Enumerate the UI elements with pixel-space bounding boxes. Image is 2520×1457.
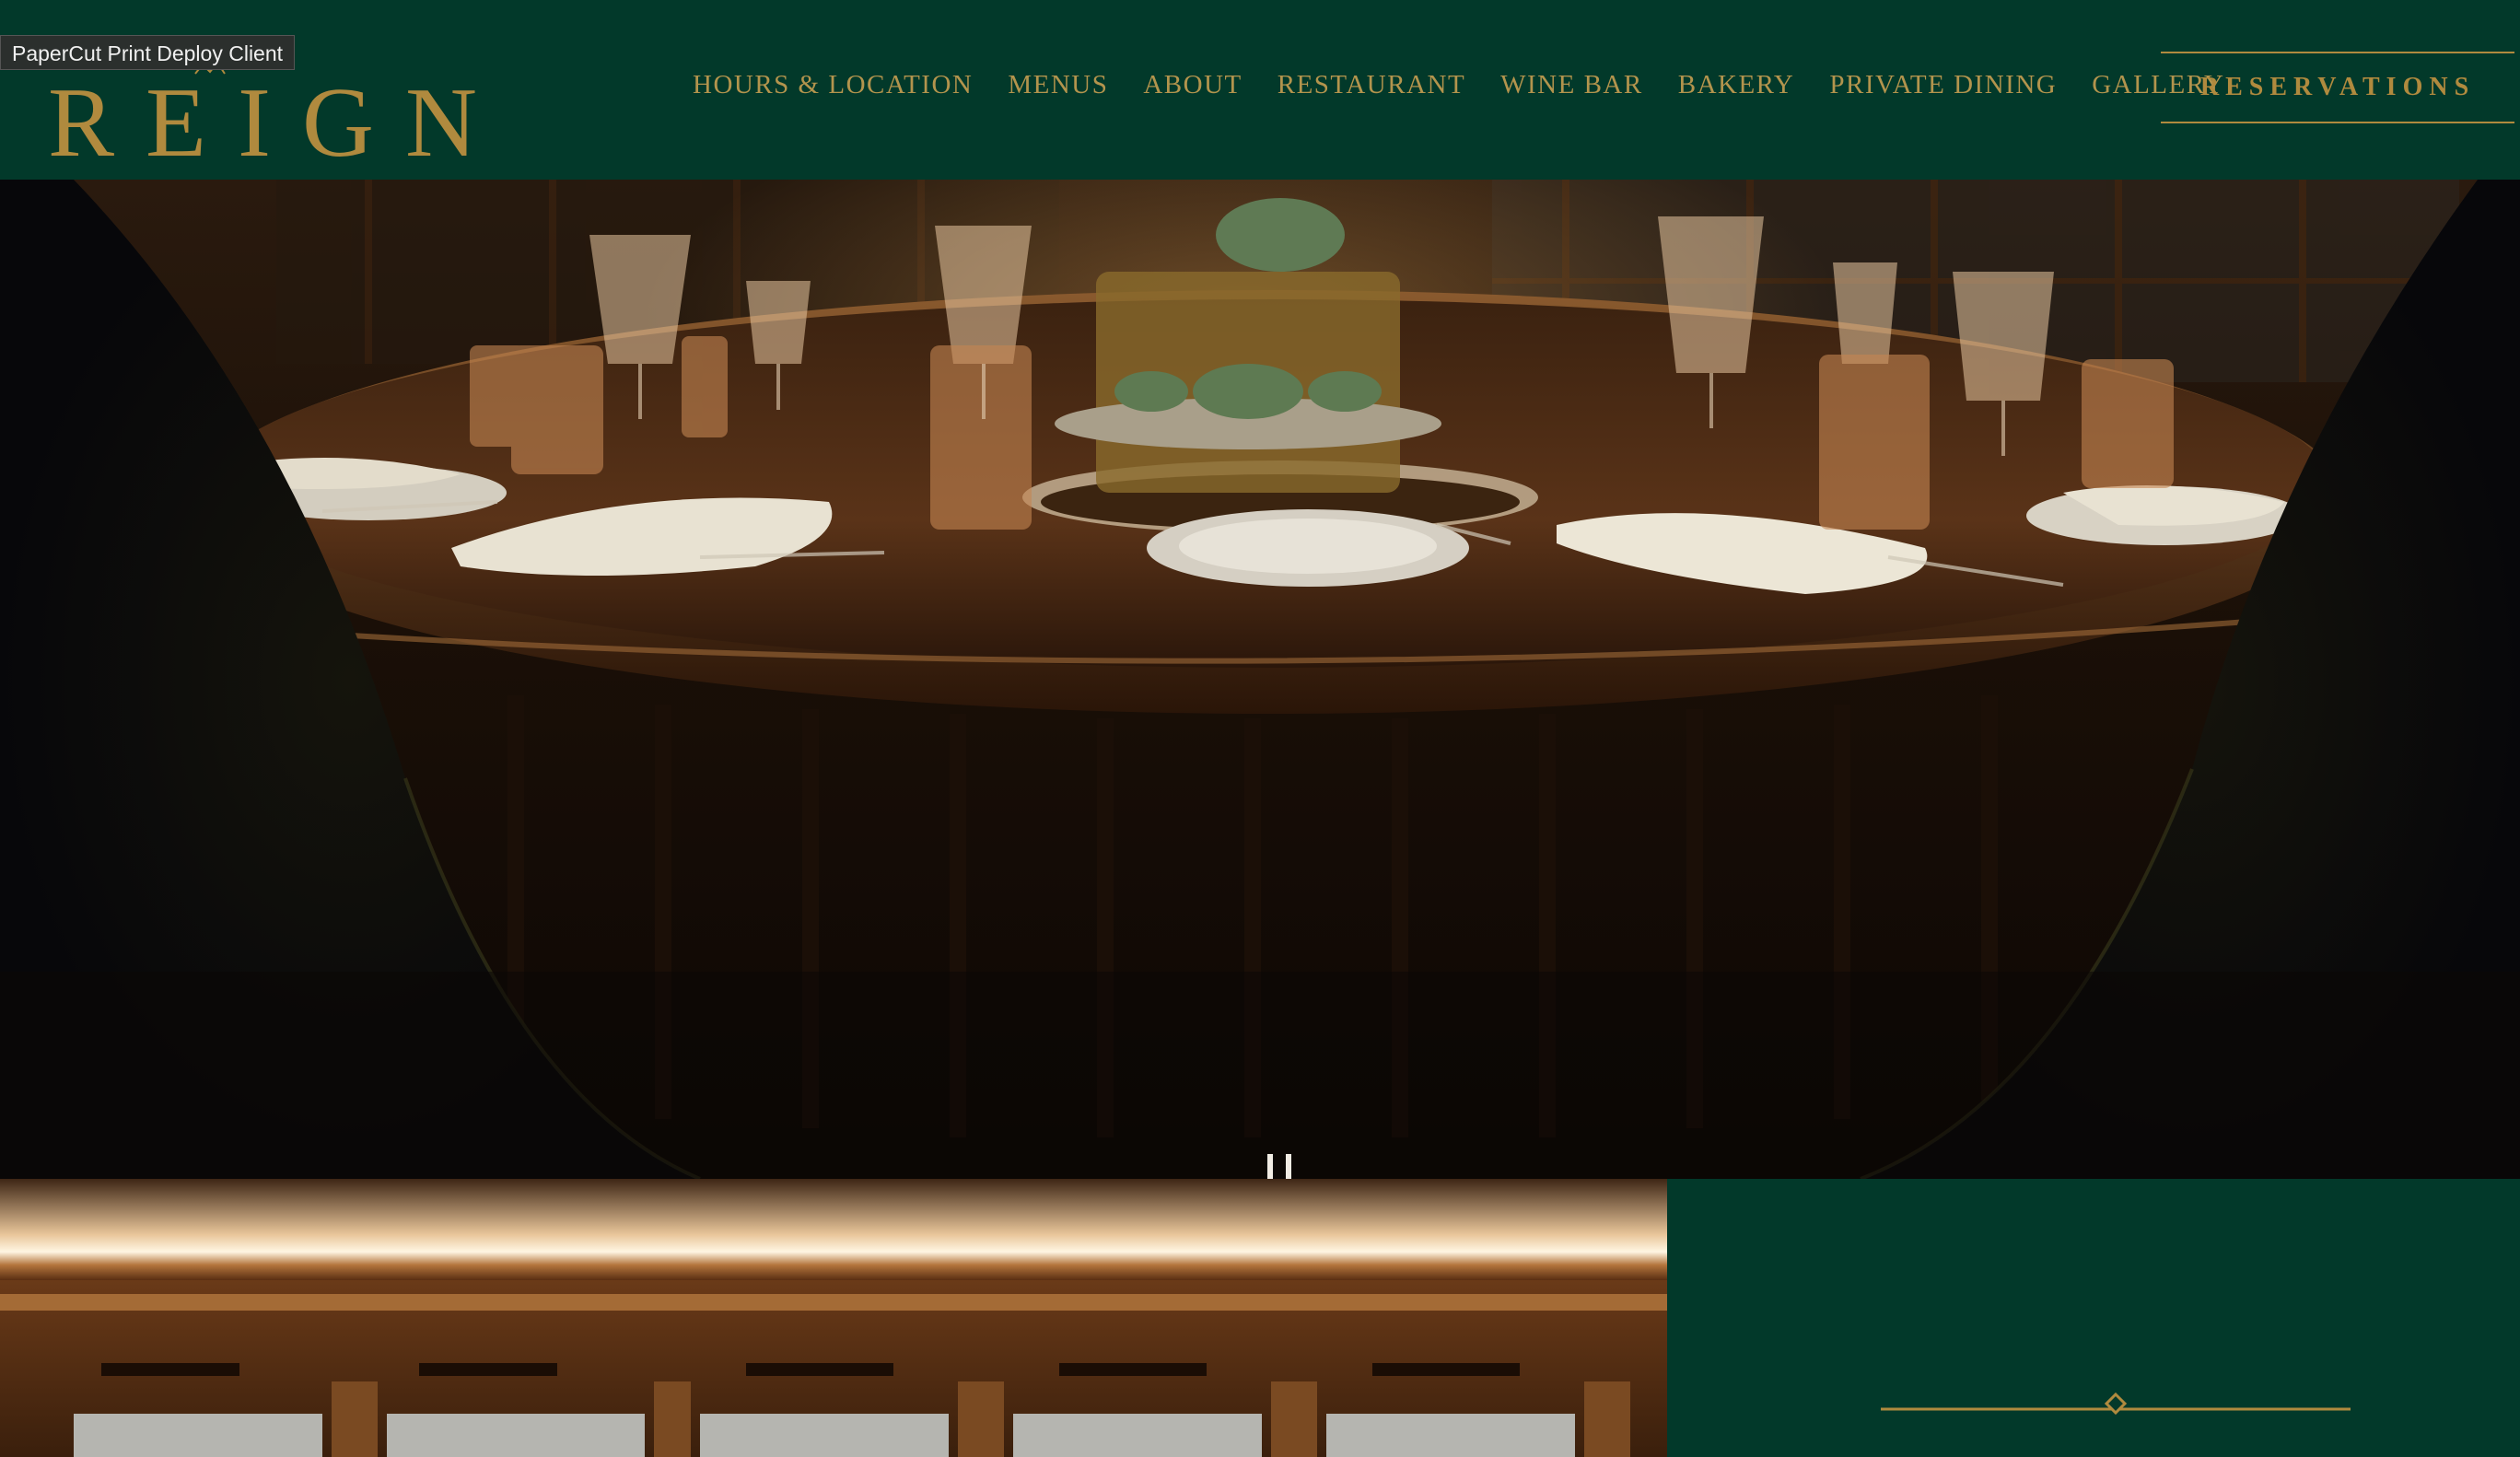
- nav-item-private-dining[interactable]: PRIVATE DINING: [1812, 66, 2074, 103]
- slideshow-pause-button[interactable]: [1264, 1154, 1297, 1179]
- nav-item-restaurant[interactable]: RESTAURANT: [1260, 66, 1483, 103]
- hero-slideshow: [0, 180, 2520, 1179]
- nav-item-hours-location[interactable]: HOURS & LOCATION: [693, 66, 990, 103]
- nav-item-bakery[interactable]: BAKERY: [1661, 66, 1813, 103]
- nav-item-menus[interactable]: MENUS: [990, 66, 1126, 103]
- pause-icon-bar-right: [1286, 1154, 1291, 1179]
- system-tooltip: PaperCut Print Deploy Client: [0, 35, 296, 70]
- main-nav: HOURS & LOCATION MENUS ABOUT RESTAURANT …: [693, 66, 2242, 103]
- brand-name: REIGN: [48, 68, 508, 178]
- pause-icon-bar-left: [1267, 1154, 1273, 1179]
- wine-bar-image: [0, 1179, 1667, 1457]
- nav-item-wine-bar[interactable]: WINE BAR: [1483, 66, 1661, 103]
- nav-item-about[interactable]: ABOUT: [1126, 66, 1259, 103]
- wine-bar-photo: [0, 1179, 1667, 1457]
- hero-image: [0, 180, 2520, 1179]
- site-header: PaperCut Print Deploy Client REIGN HOURS…: [0, 0, 2520, 180]
- reservations-button[interactable]: RESERVATIONS: [2161, 52, 2514, 123]
- brand-logo[interactable]: REIGN: [48, 53, 477, 173]
- ornamental-divider: [1881, 1392, 2351, 1416]
